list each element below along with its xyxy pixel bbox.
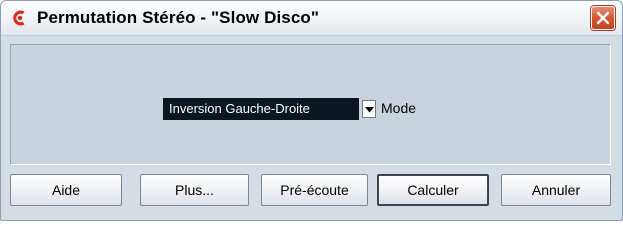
title-bar[interactable]: Permutation Stéréo - "Slow Disco" <box>1 1 622 36</box>
chevron-down-icon <box>365 107 374 113</box>
preview-button[interactable]: Pré-écoute <box>261 174 368 206</box>
process-button[interactable]: Calculer <box>377 174 489 206</box>
close-icon <box>596 11 610 25</box>
more-button[interactable]: Plus... <box>140 174 249 206</box>
window-title: Permutation Stéréo - "Slow Disco" <box>37 8 320 27</box>
close-button[interactable] <box>591 6 615 30</box>
app-logo-icon <box>11 9 29 27</box>
mode-select[interactable]: Inversion Gauche-Droite <box>163 98 376 120</box>
dialog-window: Permutation Stéréo - "Slow Disco" Invers… <box>0 0 623 221</box>
cancel-button[interactable]: Annuler <box>501 174 611 206</box>
mode-label: Mode <box>381 100 417 116</box>
help-button[interactable]: Aide <box>10 174 122 206</box>
mode-select-value: Inversion Gauche-Droite <box>163 98 359 120</box>
mode-dropdown-button[interactable] <box>362 100 376 118</box>
